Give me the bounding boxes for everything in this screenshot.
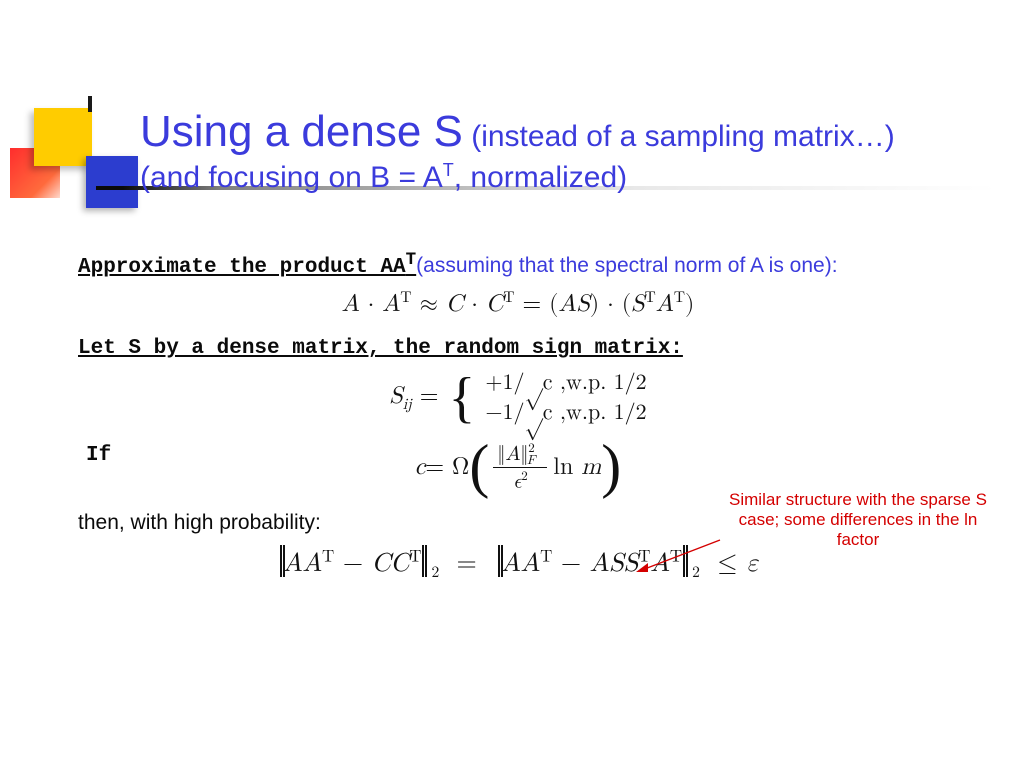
slide-title: Using a dense S (instead of a sampling m…	[140, 104, 990, 197]
equation-c-bound: c = Ω ( ‖A‖2F ϵ2 ln m )	[78, 443, 958, 493]
annotation-callout: Similar structure with the sparse S case…	[728, 490, 988, 550]
title-sup: T	[443, 160, 454, 180]
heading-approx-product: Approximate the product AAT(assuming tha…	[78, 250, 958, 279]
heading-tail: (assuming that the spectral norm of A is…	[416, 254, 832, 277]
title-main: Using a dense S	[140, 107, 463, 156]
equation-sign-matrix: Sij = { +1/√c ,w.p. 1/2 −1/√c ,w.p. 1/2	[78, 370, 958, 426]
title-sub2b: , normalized)	[454, 161, 627, 194]
equation-product-approx: A · AT ≈ C · CT = (AS) · (STAT)	[78, 289, 958, 319]
title-sub1: (instead of a sampling matrix…)	[471, 120, 895, 153]
heading-text: Approximate the product AAT	[78, 256, 416, 279]
title-sub2a: (and focusing on B = A	[140, 161, 443, 194]
case-minus: −1/√c ,w.p. 1/2	[485, 400, 646, 426]
case-plus: +1/√c ,w.p. 1/2	[485, 370, 646, 396]
tick-mark-icon	[88, 96, 92, 112]
blue-square-icon	[86, 156, 138, 208]
red-square-icon	[10, 148, 60, 198]
yellow-square-icon	[34, 108, 92, 166]
equation-error-bound: AAT − CCT2 = AAT − ASSTAT2 ≤ ε	[78, 545, 958, 583]
heading-random-sign: Let S by a dense matrix, the random sign…	[78, 337, 958, 360]
